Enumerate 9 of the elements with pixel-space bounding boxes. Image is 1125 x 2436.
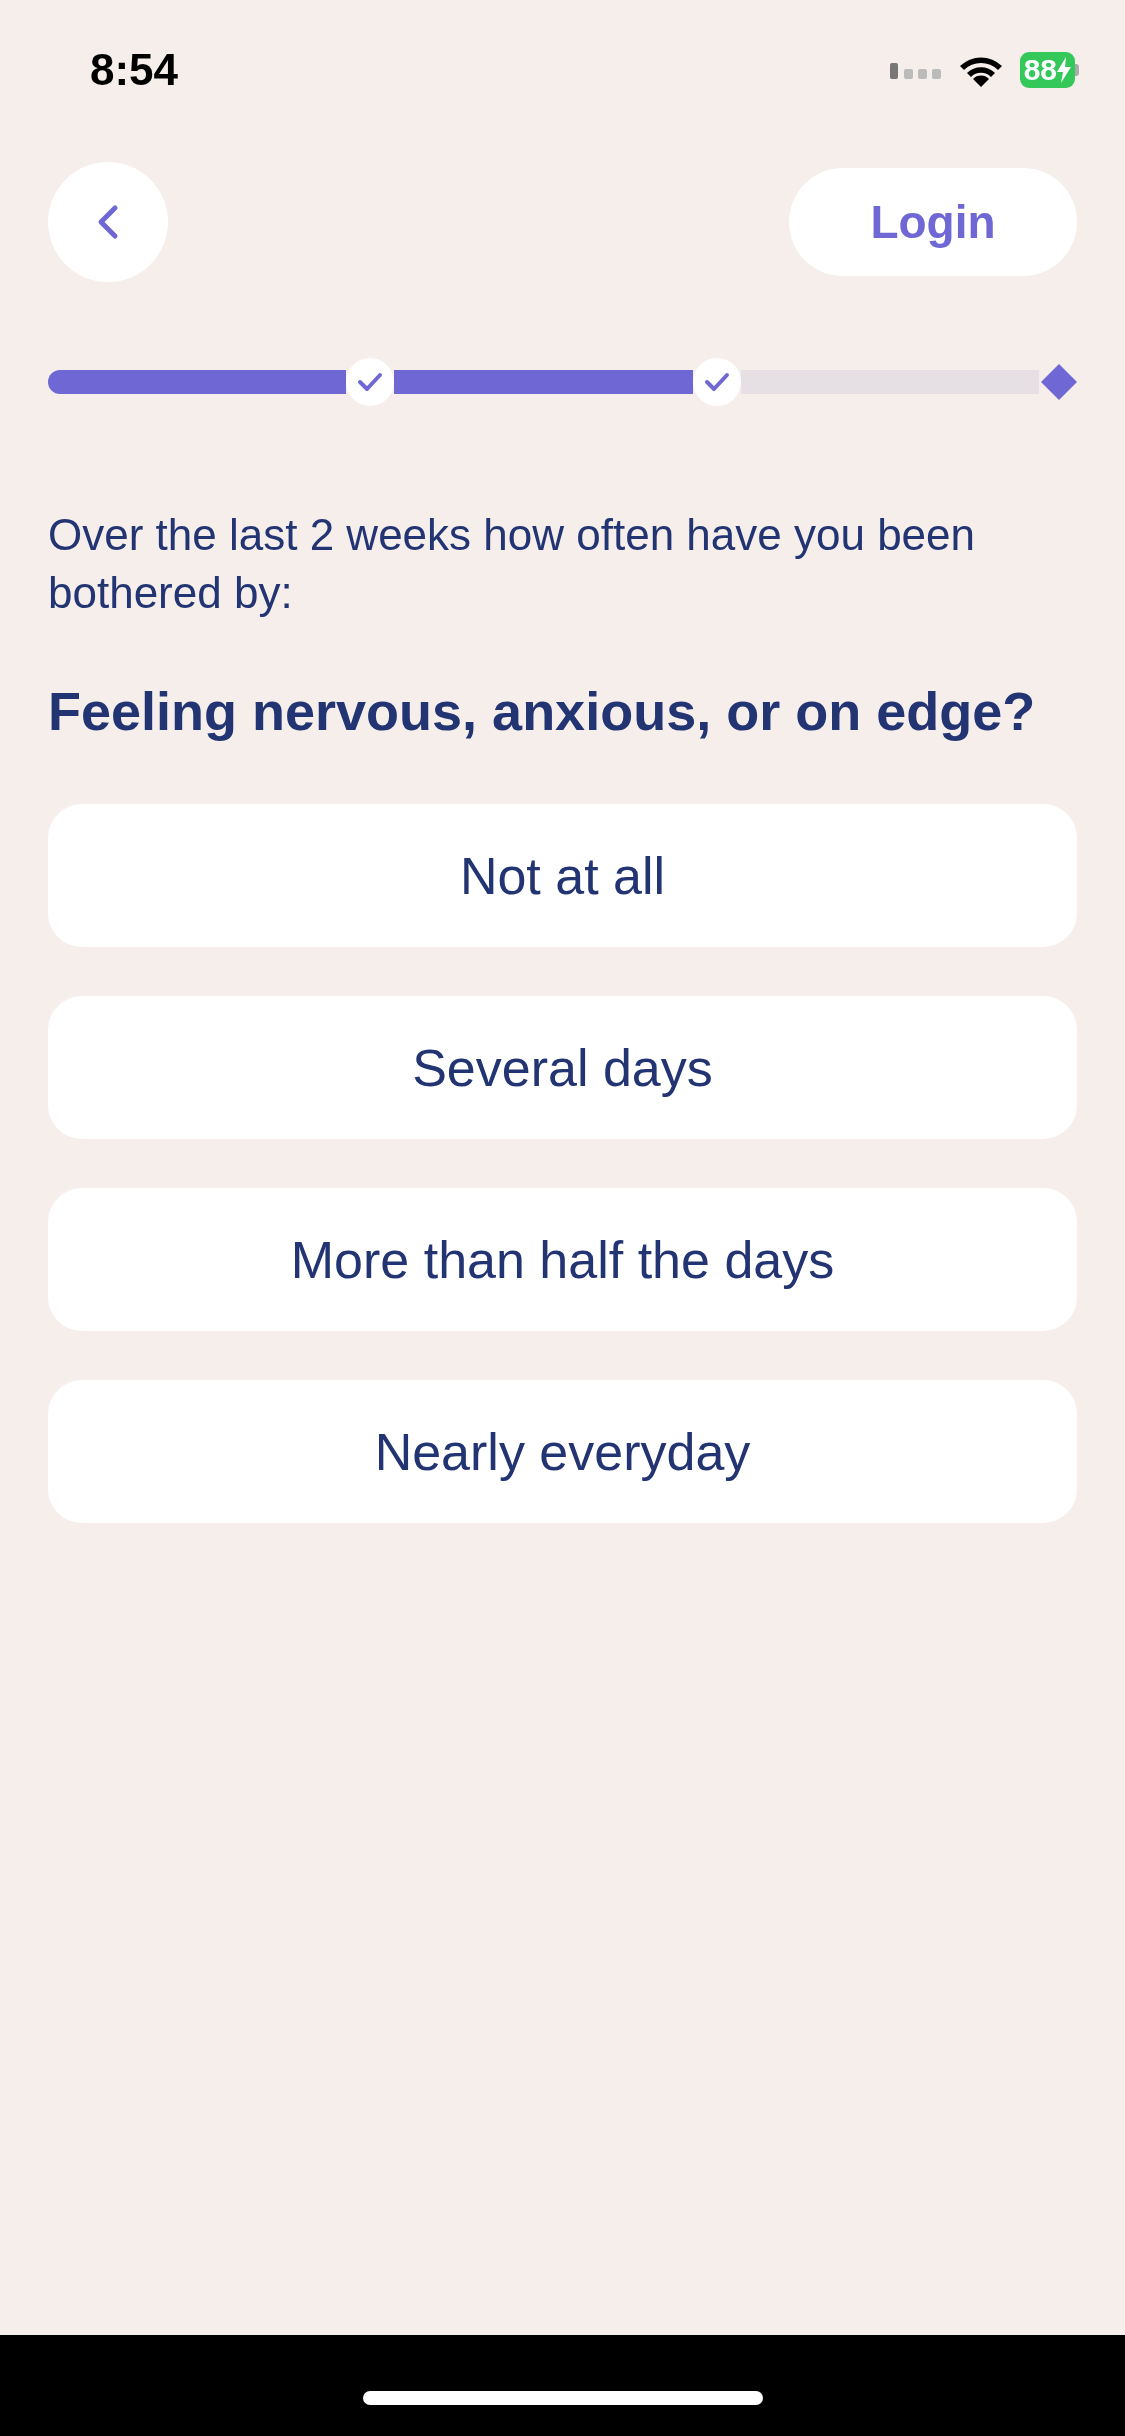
question-text: Feeling nervous, anxious, or on edge? bbox=[48, 680, 1037, 742]
answer-option[interactable]: Not at all bbox=[48, 804, 1077, 947]
answer-option[interactable]: Nearly everyday bbox=[48, 1380, 1077, 1523]
status-time: 8:54 bbox=[90, 45, 179, 95]
cellular-signal-icon bbox=[889, 61, 942, 79]
login-button[interactable]: Login bbox=[789, 168, 1077, 276]
intro-text: Over the last 2 weeks how often have you been bothered by: bbox=[48, 509, 976, 619]
answer-option[interactable]: More than half the days bbox=[48, 1188, 1077, 1331]
answer-option[interactable]: Several days bbox=[48, 996, 1077, 1139]
